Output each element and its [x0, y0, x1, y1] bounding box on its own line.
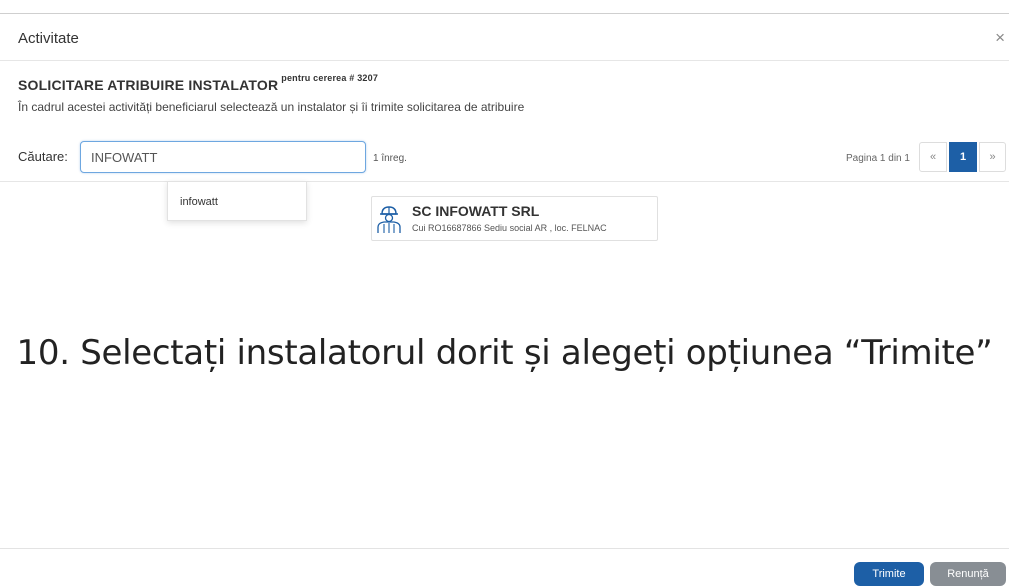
- search-divider: [0, 181, 1009, 182]
- installer-result-card[interactable]: SC INFOWATT SRL Cui RO16687866 Sediu soc…: [371, 196, 658, 241]
- installer-name: SC INFOWATT SRL: [412, 203, 540, 219]
- installer-details: Cui RO16687866 Sediu social AR , loc. FE…: [412, 223, 607, 233]
- search-input[interactable]: [80, 141, 366, 173]
- request-number: pentru cererea # 3207: [281, 73, 379, 83]
- instruction-caption: 10. Selectați instalatorul dorit și aleg…: [16, 333, 993, 373]
- activity-description: În cadrul acestei activități beneficiaru…: [18, 100, 525, 114]
- send-button[interactable]: Trimite: [854, 562, 924, 586]
- search-label: Căutare:: [18, 149, 68, 164]
- pagination-prev-button[interactable]: «: [919, 142, 947, 172]
- pagination-current-page[interactable]: 1: [949, 142, 977, 172]
- dialog-title: Activitate: [18, 30, 79, 47]
- pagination-info: Pagina 1 din 1: [846, 153, 910, 164]
- footer-divider: [0, 548, 1009, 549]
- activity-heading-text: SOLICITARE ATRIBUIRE INSTALATOR: [18, 77, 279, 93]
- autocomplete-dropdown: infowatt: [167, 181, 307, 221]
- record-count: 1 înreg.: [373, 153, 407, 164]
- pagination-next-button[interactable]: »: [979, 142, 1006, 172]
- activity-heading: SOLICITARE ATRIBUIRE INSTALATOR pentru ce…: [18, 73, 378, 93]
- autocomplete-suggestion[interactable]: infowatt: [180, 196, 218, 208]
- worker-icon: [377, 206, 401, 233]
- cancel-button[interactable]: Renunță: [930, 562, 1006, 586]
- top-border: [0, 13, 1009, 14]
- header-divider: [0, 60, 1009, 61]
- close-icon[interactable]: ×: [995, 28, 1005, 48]
